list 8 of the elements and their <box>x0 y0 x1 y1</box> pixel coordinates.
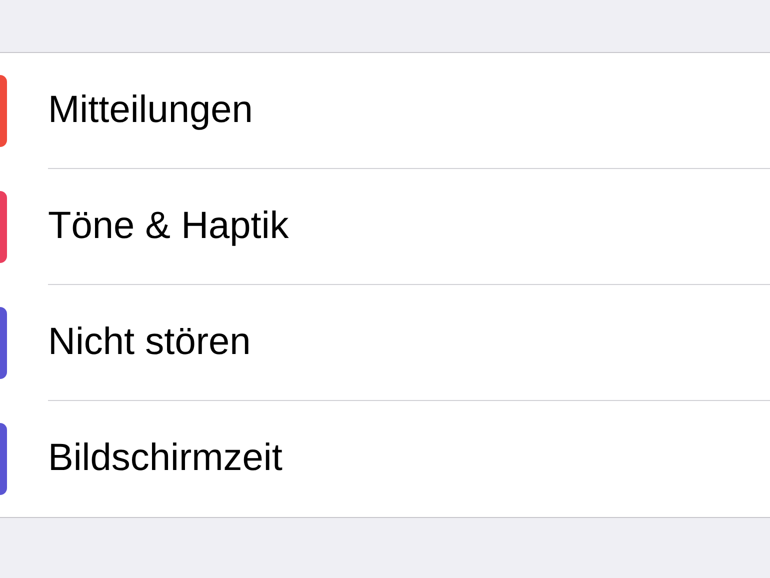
setting-label: Töne & Haptik <box>48 206 289 248</box>
setting-label: Nicht stören <box>48 322 251 364</box>
settings-row[interactable]: Töne & Haptik <box>0 169 770 285</box>
settings-row[interactable]: Nicht stören <box>0 285 770 401</box>
settings-row[interactable]: Mitteilungen <box>0 53 770 169</box>
setting-label: Bildschirmzeit <box>48 438 282 480</box>
setting-label: Mitteilungen <box>48 90 253 132</box>
settings-row[interactable]: Bildschirmzeit <box>0 401 770 517</box>
